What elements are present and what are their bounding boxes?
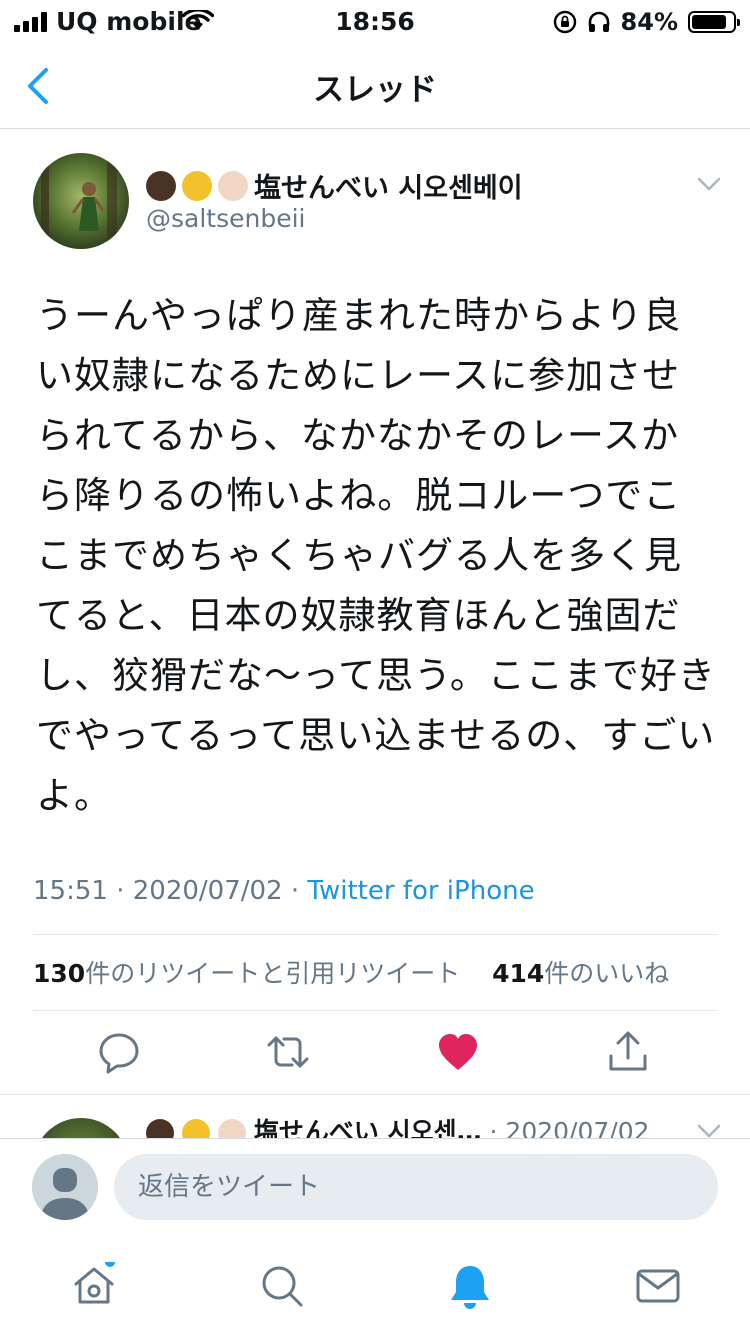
battery-percent: 84% (620, 8, 678, 36)
reply-icon[interactable] (97, 1030, 141, 1074)
retweet-count: 130 (33, 959, 86, 988)
like-count: 414 (492, 959, 545, 988)
notification-dot (105, 1262, 115, 1267)
search-icon[interactable] (258, 1262, 306, 1310)
tweet-meta: 15:51 · 2020/07/02 · Twitter for iPhone (33, 876, 535, 906)
like-label: 件のいいね (544, 959, 670, 988)
tweet-stats: 130件のリツイートと引用リツイート 414件のいいね (33, 954, 669, 990)
heart-icon[interactable] (436, 1030, 480, 1074)
share-icon[interactable] (606, 1030, 650, 1074)
user-avatar[interactable] (32, 1154, 98, 1220)
raised-fist-light-emoji (218, 170, 248, 201)
next-tweet-header[interactable]: 塩せんべい 시오센… · 2020/07/02 (146, 1112, 736, 1138)
likes-link[interactable]: 414件のいいね (492, 959, 669, 988)
home-icon[interactable] (70, 1262, 118, 1310)
retweet-label: 件のリツイートと引用リツイート (85, 959, 461, 988)
raised-fist-dark-emoji (146, 1119, 174, 1138)
retweets-link[interactable]: 130件のリツイートと引用リツイート (33, 959, 460, 988)
meta-separator: · (107, 876, 133, 906)
tweet-text: うーんやっぱり産まれた時からより良い奴隷になるためにレースに参加させられてるから… (36, 294, 716, 817)
status-bar: UQ mobile 18:56 84% (0, 0, 750, 42)
chevron-down-icon[interactable] (697, 1124, 721, 1138)
raised-fist-medium-light-emoji (181, 1119, 210, 1138)
raised-fist-light-emoji (217, 1119, 246, 1138)
nav-bar: スレッド (0, 42, 750, 129)
tab-bar (0, 1240, 750, 1334)
battery-icon (688, 11, 740, 33)
display-name-text: 塩せんべい 시오센베이 (254, 173, 523, 204)
tweet-date: 2020/07/02 (132, 876, 283, 906)
raised-fist-medium-light-emoji (182, 170, 212, 201)
reply-input[interactable]: 返信をツイート (114, 1154, 718, 1220)
divider (33, 1010, 718, 1011)
next-tweet-date: · 2020/07/02 (489, 1117, 650, 1138)
raised-fist-dark-emoji (146, 170, 176, 201)
headphones-icon (588, 11, 609, 32)
avatar[interactable] (33, 153, 129, 249)
tweet-source-link[interactable]: Twitter for iPhone (307, 876, 534, 906)
notifications-icon[interactable] (446, 1262, 494, 1310)
divider (33, 934, 718, 935)
rotation-lock-icon (553, 10, 576, 34)
user-handle[interactable]: @saltsenbeii (146, 204, 306, 233)
divider (0, 1094, 750, 1095)
next-tweet-avatar[interactable] (33, 1118, 129, 1138)
meta-separator: · (282, 876, 308, 906)
retweet-icon[interactable] (266, 1030, 310, 1074)
page-title: スレッド (313, 72, 437, 108)
display-name[interactable]: 塩せんべい 시오센베이 (146, 166, 523, 205)
messages-icon[interactable] (634, 1262, 682, 1310)
tweet-time: 15:51 (33, 876, 108, 906)
next-tweet-name: 塩せんべい 시오센… (253, 1117, 482, 1138)
chevron-down-icon[interactable] (697, 176, 721, 192)
